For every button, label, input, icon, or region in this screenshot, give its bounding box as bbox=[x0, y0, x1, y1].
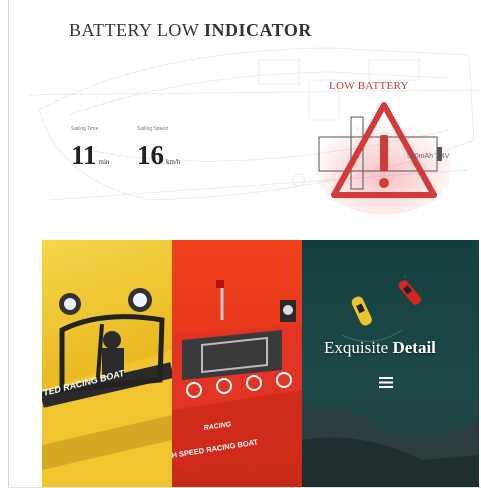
title-bold: INDICATOR bbox=[204, 20, 312, 40]
yellow-boat-illustration: TED RACING BOAT bbox=[42, 288, 172, 487]
stat-unit: min bbox=[98, 158, 110, 166]
yellow-boat-closeup: TED RACING BOAT bbox=[42, 240, 172, 487]
stat-label: Sailing Time bbox=[71, 126, 99, 132]
product-image-frame: BATTERY LOW INDICATOR Sailing Time 11 min… bbox=[8, 0, 481, 488]
detail-panels: TED RACING BOAT RACING H SPEED RACING BO… bbox=[42, 240, 479, 487]
detail-heading: Exquisite Detail bbox=[324, 338, 436, 358]
section-title: BATTERY LOW INDICATOR bbox=[69, 20, 312, 41]
red-boat-illustration: RACING H SPEED RACING BOAT bbox=[172, 280, 302, 470]
stat-label: Sailing Speed bbox=[137, 126, 168, 132]
aerial-water bbox=[302, 240, 479, 487]
sailing-time-stat: Sailing Time 11 min bbox=[71, 126, 109, 177]
menu-icon bbox=[379, 377, 393, 388]
battery-indicator-section: BATTERY LOW INDICATOR Sailing Time 11 min… bbox=[9, 0, 481, 235]
low-battery-label: LOW BATTERY bbox=[329, 80, 409, 92]
stat-unit: km/h bbox=[166, 158, 181, 166]
title-light: BATTERY LOW bbox=[69, 20, 199, 40]
sailing-speed-stat: Sailing Speed 16 km/h bbox=[137, 126, 180, 177]
warning-triangle-icon: 500mAh 7.4V bbox=[314, 102, 454, 215]
stat-value: 16 bbox=[137, 140, 164, 170]
battery-text: 500mAh 7.4V bbox=[407, 153, 450, 160]
detail-heading-light: Exquisite bbox=[324, 338, 389, 357]
stat-value: 11 bbox=[71, 140, 97, 170]
detail-heading-bold: Detail bbox=[392, 338, 436, 357]
aerial-water-illustration bbox=[302, 280, 479, 487]
red-boat-closeup: RACING H SPEED RACING BOAT bbox=[172, 240, 302, 487]
